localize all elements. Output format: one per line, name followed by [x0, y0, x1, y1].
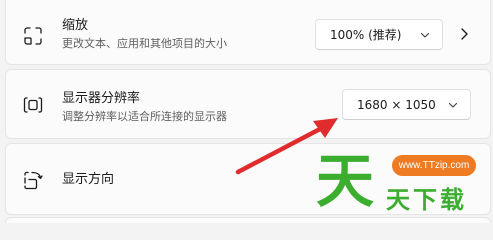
orientation-text: 显示方向 [62, 171, 114, 188]
scale-text: 缩放 更改文本、应用和其他项目的大小 [62, 17, 227, 51]
scale-subtitle: 更改文本、应用和其他项目的大小 [62, 37, 227, 50]
scale-dropdown-value: 100% (推荐) [330, 28, 402, 42]
resolution-dropdown[interactable]: 1680 × 1050 [342, 89, 471, 120]
rotate-display-icon [22, 169, 44, 191]
resolution-text: 显示器分辨率 调整分辨率以适合所连接的显示器 [62, 90, 227, 124]
settings-page: 缩放 更改文本、应用和其他项目的大小 100% (推荐) 显示器分辨率 调整分辨… [0, 0, 493, 223]
watermark-text: 天下载 [386, 186, 467, 214]
chevron-right-icon[interactable] [458, 27, 470, 41]
orientation-title: 显示方向 [62, 172, 115, 187]
resolution-subtitle: 调整分辨率以适合所连接的显示器 [62, 110, 227, 123]
scale-title: 缩放 [62, 18, 89, 33]
resolution-icon [22, 94, 44, 116]
resolution-title: 显示器分辨率 [62, 91, 141, 106]
scale-icon [22, 25, 44, 47]
watermark-big-char: 天 [316, 147, 375, 215]
chevron-down-icon [448, 102, 458, 108]
chevron-down-icon [420, 32, 430, 38]
resolution-dropdown-value: 1680 × 1050 [357, 98, 436, 112]
watermark-url: www.TTzip.com [392, 155, 476, 176]
scale-dropdown[interactable]: 100% (推荐) [315, 19, 443, 50]
watermark-logo: 天 www.TTzip.com 天下载 [306, 144, 492, 223]
